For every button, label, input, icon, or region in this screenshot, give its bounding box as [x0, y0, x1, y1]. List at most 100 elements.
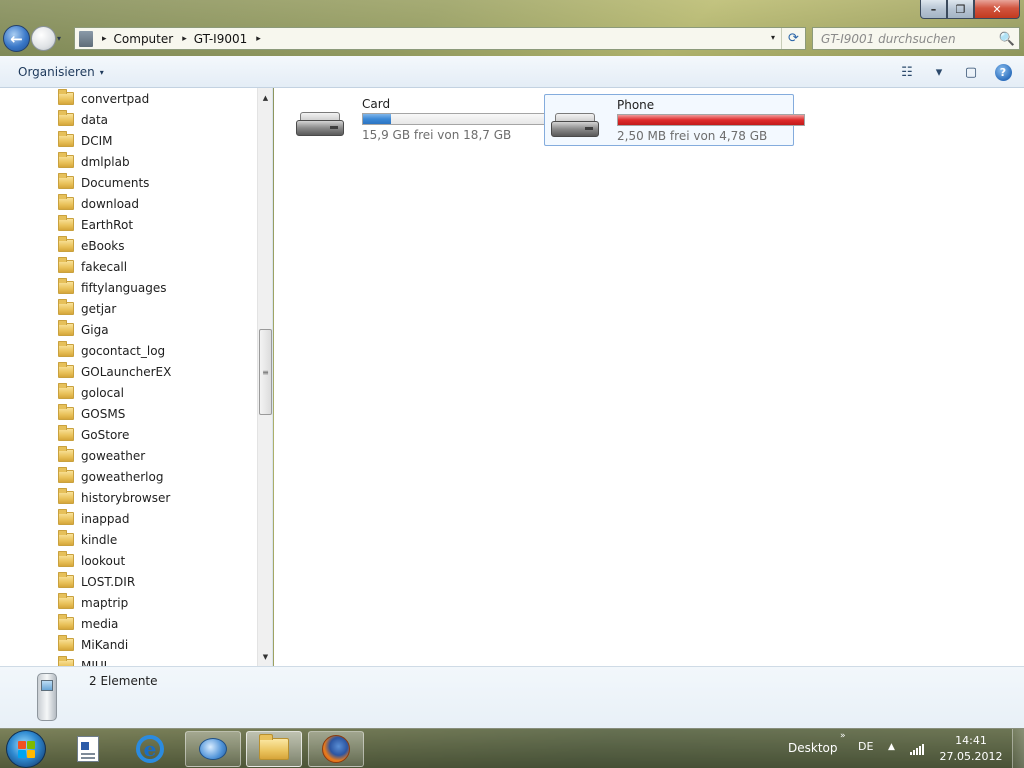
folder-icon [58, 656, 74, 666]
address-dropdown-icon[interactable]: ▾ [771, 33, 775, 42]
folder-label: lookout [81, 553, 126, 568]
mail-client-icon [199, 738, 227, 760]
folder-icon [58, 110, 74, 126]
title-bar[interactable]: – ❐ ✕ [0, 0, 1024, 22]
folder-tree-item[interactable]: getjar [58, 298, 116, 319]
back-arrow-icon: ← [10, 29, 23, 48]
refresh-icon: ⟳ [788, 31, 799, 46]
folder-tree-item[interactable]: DCIM [58, 130, 113, 151]
folder-tree-item[interactable]: goweather [58, 445, 145, 466]
drive-phone[interactable]: Phone 2,50 MB frei von 4,78 GB [544, 94, 805, 146]
breadcrumb-separator[interactable]: ▸ [256, 34, 261, 44]
view-dropdown-button[interactable]: ▾ [928, 62, 950, 82]
taskbar-mail-client[interactable] [185, 731, 241, 767]
folder-tree-item[interactable]: convertpad [58, 88, 149, 109]
folder-tree-item[interactable]: data [58, 109, 108, 130]
organize-label: Organisieren [18, 65, 95, 79]
navigation-pane[interactable]: convertpad data DCIM dmlplab Documents downlo… [0, 88, 273, 666]
taskbar-windows-explorer[interactable] [246, 731, 302, 767]
address-bar[interactable]: ▸ Computer ▸ GT-I9001 ▸ ▾ ⟳ [74, 27, 806, 50]
folder-tree-item[interactable]: MiKandi [58, 634, 128, 655]
breadcrumb-separator[interactable]: ▸ [102, 34, 107, 44]
breadcrumb-device[interactable]: GT-I9001 [194, 32, 248, 46]
folder-icon [58, 509, 74, 525]
drive-usage-bar [362, 113, 550, 125]
organize-button[interactable]: Organisieren ▾ [12, 63, 110, 81]
folder-tree-item[interactable]: GOSMS [58, 403, 125, 424]
taskbar-document-app[interactable] [60, 731, 116, 767]
forward-button[interactable] [31, 26, 56, 51]
help-button[interactable]: ? [992, 62, 1014, 82]
document-app-icon [77, 736, 99, 762]
folder-icon [58, 215, 74, 231]
scroll-down-button[interactable]: ▼ [258, 649, 272, 664]
taskbar-internet-explorer[interactable]: e [122, 731, 178, 767]
removable-drive-icon [296, 112, 344, 138]
breadcrumb-computer[interactable]: Computer [114, 32, 174, 46]
folder-tree-item[interactable]: GoStore [58, 424, 129, 445]
details-pane: 2 Elemente [0, 666, 1024, 728]
folder-label: download [81, 196, 140, 211]
minimize-button[interactable]: – [920, 0, 947, 19]
folder-tree-item[interactable]: MIUI [58, 655, 107, 666]
folder-icon [58, 194, 74, 210]
close-button[interactable]: ✕ [974, 0, 1020, 19]
folder-tree-item[interactable]: gocontact_log [58, 340, 165, 361]
navigation-scrollbar[interactable]: ▲ ≡ ▼ [257, 88, 272, 666]
folder-tree-item[interactable]: goweatherlog [58, 466, 163, 487]
folder-tree-item[interactable]: historybrowser [58, 487, 170, 508]
show-desktop-button[interactable] [1012, 729, 1024, 768]
language-indicator[interactable]: DE [858, 740, 873, 753]
preview-pane-button[interactable]: ▢ [960, 62, 982, 82]
toolbar-expand-icon[interactable]: » [840, 731, 846, 741]
folder-tree-item[interactable]: inappad [58, 508, 130, 529]
windows-explorer-icon [259, 734, 289, 760]
folder-tree-item[interactable]: Documents [58, 172, 149, 193]
removable-drive-icon [551, 113, 599, 139]
scroll-up-button[interactable]: ▲ [258, 90, 272, 105]
change-view-button[interactable]: ☷ [896, 62, 918, 82]
search-icon[interactable]: 🔍 [999, 31, 1015, 47]
firefox-icon [322, 735, 350, 763]
search-input[interactable] [821, 31, 1001, 46]
folder-tree-item[interactable]: media [58, 613, 118, 634]
folder-label: GOLauncherEX [81, 364, 172, 379]
folder-tree-item[interactable]: EarthRot [58, 214, 133, 235]
folder-label: DCIM [81, 133, 113, 148]
folder-tree-item[interactable]: lookout [58, 550, 125, 571]
scroll-thumb[interactable]: ≡ [259, 329, 272, 415]
breadcrumb-separator[interactable]: ▸ [182, 34, 187, 44]
refresh-button[interactable]: ⟳ [781, 28, 805, 49]
folder-tree-item[interactable]: GOLauncherEX [58, 361, 171, 382]
folder-icon [58, 131, 74, 147]
clock-time: 14:41 [955, 734, 987, 747]
drive-card[interactable]: Card 15,9 GB frei von 18,7 GB [290, 94, 550, 146]
folder-label: goweatherlog [81, 469, 164, 484]
maximize-button[interactable]: ❐ [947, 0, 974, 19]
folder-tree-item[interactable]: fiftylanguages [58, 277, 167, 298]
folder-tree-item[interactable]: LOST.DIR [58, 571, 135, 592]
drive-free-space: 15,9 GB frei von 18,7 GB [362, 128, 512, 142]
folder-tree-item[interactable]: Giga [58, 319, 109, 340]
folder-tree-item[interactable]: dmlplab [58, 151, 130, 172]
folder-tree-item[interactable]: kindle [58, 529, 117, 550]
network-signal-icon[interactable] [910, 743, 926, 755]
system-clock[interactable]: 14:41 27.05.2012 [938, 734, 1004, 763]
show-hidden-icons-button[interactable]: ▲ [888, 742, 895, 752]
folder-icon [58, 467, 74, 483]
taskbar-firefox[interactable] [308, 731, 364, 767]
desktop-toolbar-label[interactable]: Desktop [788, 741, 838, 755]
scroll-grip-icon: ≡ [262, 367, 269, 377]
folder-icon [58, 614, 74, 630]
content-pane[interactable]: Card 15,9 GB frei von 18,7 GB Phone 2,50… [274, 88, 1024, 666]
folder-label: inappad [81, 511, 130, 526]
back-button[interactable]: ← [3, 25, 30, 52]
folder-label: convertpad [81, 91, 150, 106]
folder-tree-item[interactable]: golocal [58, 382, 124, 403]
start-button[interactable] [6, 730, 46, 768]
folder-tree-item[interactable]: maptrip [58, 592, 128, 613]
folder-tree-item[interactable]: fakecall [58, 256, 127, 277]
folder-tree-item[interactable]: eBooks [58, 235, 125, 256]
folder-tree-item[interactable]: download [58, 193, 139, 214]
recent-pages-dropdown[interactable]: ▾ [57, 34, 61, 43]
